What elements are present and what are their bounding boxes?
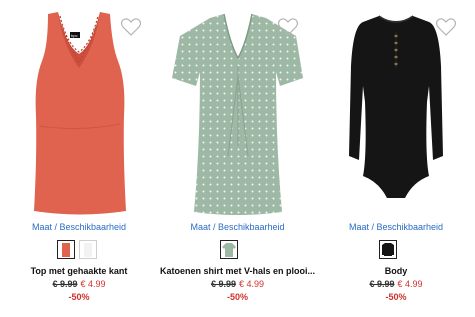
product-card[interactable]: bpc Maat / Beschikbaarheid Top met gehaa… <box>0 0 158 317</box>
discount-badge: -50% <box>385 292 407 302</box>
price-block: € 9.99 € 4.99 <box>158 279 317 289</box>
size-availability-link[interactable]: Maat / Beschikbaarheid <box>0 222 158 232</box>
size-availability-link[interactable]: Maat / Beschikbaarheid <box>158 222 317 232</box>
discount-badge: -50% <box>226 292 248 302</box>
product-image-sage-shirt[interactable] <box>158 6 317 218</box>
old-price: € 9.99 <box>52 279 78 289</box>
brand-label: bpc <box>71 33 77 38</box>
product-image-black-body[interactable] <box>317 6 475 218</box>
product-card[interactable]: Maat / Beschikbaarheid Body € 9.99 € 4.99… <box>317 0 475 317</box>
product-name[interactable]: Top met gehaakte kant <box>0 266 158 276</box>
heart-icon[interactable] <box>277 17 299 37</box>
product-card[interactable]: Maat / Beschikbaarheid Katoenen shirt me… <box>158 0 317 317</box>
heart-icon[interactable] <box>120 17 142 37</box>
old-price: € 9.99 <box>210 279 236 289</box>
color-swatch-white[interactable] <box>79 240 97 259</box>
price-block: € 9.99 € 4.99 <box>0 279 158 289</box>
price-block: € 9.99 € 4.99 <box>317 279 475 289</box>
color-swatches <box>317 240 475 260</box>
color-swatch-sage[interactable] <box>220 240 238 259</box>
sale-price: € 4.99 <box>397 279 423 289</box>
color-swatches <box>158 240 317 260</box>
color-swatch-coral[interactable] <box>57 240 75 259</box>
old-price: € 9.99 <box>369 279 395 289</box>
product-image-coral-tank-top[interactable]: bpc <box>0 6 158 218</box>
size-availability-link[interactable]: Maat / Beschikbaarheid <box>317 222 475 232</box>
product-name[interactable]: Katoenen shirt met V-hals en plooi... <box>158 266 317 276</box>
product-name[interactable]: Body <box>317 266 475 276</box>
color-swatches <box>0 240 158 260</box>
heart-icon[interactable] <box>435 17 457 37</box>
discount-badge: -50% <box>68 292 90 302</box>
sale-price: € 4.99 <box>80 279 106 289</box>
product-grid: bpc Maat / Beschikbaarheid Top met gehaa… <box>0 0 475 317</box>
color-swatch-black[interactable] <box>379 240 397 259</box>
sale-price: € 4.99 <box>239 279 265 289</box>
